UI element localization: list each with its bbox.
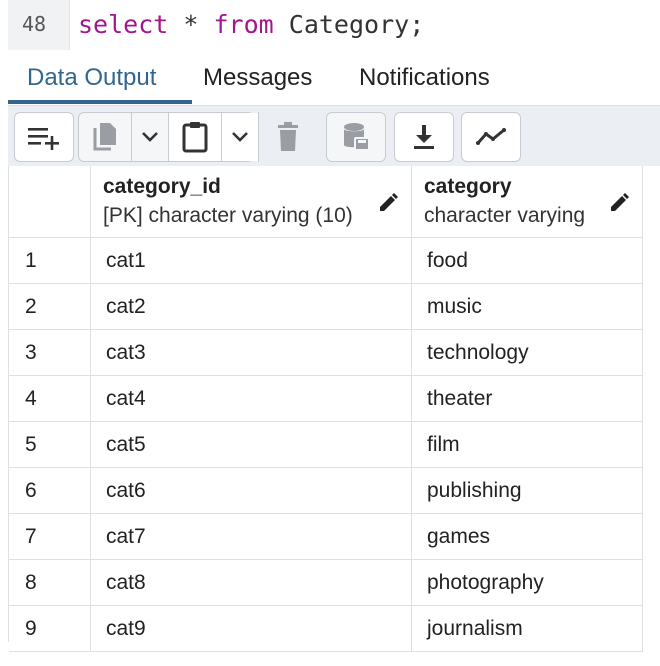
save-data-button[interactable]	[326, 112, 386, 162]
query-text[interactable]: select * from Category;	[78, 10, 424, 39]
active-tab-indicator	[8, 100, 192, 104]
query-editor[interactable]: 48 select * from Category;	[0, 0, 660, 50]
category-cell[interactable]: games	[412, 514, 643, 559]
row-number-cell[interactable]: 7	[9, 514, 91, 559]
tab-data-output[interactable]: Data Output	[27, 50, 156, 106]
download-button[interactable]	[394, 112, 454, 162]
table-row[interactable]: 6 cat6 publishing	[9, 468, 643, 514]
tab-notifications[interactable]: Notifications	[359, 50, 490, 106]
table-row[interactable]: 2 cat2 music	[9, 284, 643, 330]
column-name: category_id	[103, 175, 221, 198]
download-icon	[414, 125, 434, 149]
keyword-from: from	[213, 10, 274, 39]
table-row[interactable]: 7 cat7 games	[9, 514, 643, 560]
copy-icon	[93, 123, 116, 151]
grid-header-row: category_id [PK] character varying (10) …	[9, 166, 643, 238]
category-id-cell[interactable]: cat7	[91, 514, 412, 559]
column-type: [PK] character varying (10)	[103, 204, 353, 227]
row-number-cell[interactable]: 9	[9, 606, 91, 651]
category-id-cell[interactable]: cat9	[91, 606, 412, 651]
add-row-button[interactable]	[14, 112, 74, 162]
row-number-header[interactable]	[9, 166, 91, 237]
row-number-cell[interactable]: 1	[9, 238, 91, 283]
tab-messages[interactable]: Messages	[203, 50, 312, 106]
category-cell[interactable]: publishing	[412, 468, 643, 513]
category-cell[interactable]: music	[412, 284, 643, 329]
table-name-token: Category;	[288, 10, 425, 39]
category-id-cell[interactable]: cat1	[91, 238, 412, 283]
column-type: character varying	[424, 204, 586, 227]
row-number-cell[interactable]: 8	[9, 560, 91, 605]
row-number-cell[interactable]: 2	[9, 284, 91, 329]
edit-pencil-icon[interactable]	[377, 192, 399, 214]
category-id-cell[interactable]: cat5	[91, 422, 412, 467]
table-row[interactable]: 4 cat4 theater	[9, 376, 643, 422]
table-row[interactable]: 1 cat1 food	[9, 238, 643, 284]
category-cell[interactable]: film	[412, 422, 643, 467]
keyword-select: select	[78, 10, 169, 39]
row-number-cell[interactable]: 6	[9, 468, 91, 513]
copy-button[interactable]	[79, 113, 131, 161]
graph-visualiser-button[interactable]	[461, 112, 521, 162]
line-number: 48	[22, 12, 47, 36]
delete-row-button[interactable]	[259, 113, 317, 161]
category-id-cell[interactable]: cat3	[91, 330, 412, 375]
chevron-down-icon	[232, 132, 248, 142]
delete-icon	[278, 122, 298, 151]
output-tabs: Data Output Messages Notifications	[8, 50, 660, 106]
column-header-category-id[interactable]: category_id [PK] character varying (10)	[91, 166, 412, 237]
category-id-cell[interactable]: cat8	[91, 560, 412, 605]
paste-button[interactable]	[169, 113, 221, 161]
category-cell[interactable]: food	[412, 238, 643, 283]
chevron-down-icon	[142, 132, 158, 142]
graph-visualiser-icon	[476, 128, 506, 145]
table-row[interactable]: 5 cat5 film	[9, 422, 643, 468]
category-id-cell[interactable]: cat6	[91, 468, 412, 513]
category-cell[interactable]: technology	[412, 330, 643, 375]
paste-icon	[182, 122, 208, 153]
row-number-cell[interactable]: 3	[9, 330, 91, 375]
column-name: category	[424, 175, 512, 198]
add-row-icon	[28, 128, 59, 150]
category-id-cell[interactable]: cat4	[91, 376, 412, 421]
category-cell[interactable]: photography	[412, 560, 643, 605]
table-row[interactable]: 3 cat3 technology	[9, 330, 643, 376]
column-header-category[interactable]: category character varying	[412, 166, 643, 237]
save-data-icon	[344, 123, 370, 151]
row-number-cell[interactable]: 5	[9, 422, 91, 467]
data-toolbar	[8, 106, 660, 166]
edit-pencil-icon[interactable]	[608, 192, 630, 214]
line-gutter: 48	[8, 0, 70, 50]
paste-options-button[interactable]	[222, 113, 258, 161]
category-cell[interactable]: theater	[412, 376, 643, 421]
row-number-cell[interactable]: 4	[9, 376, 91, 421]
table-row[interactable]: 8 cat8 photography	[9, 560, 643, 606]
category-cell[interactable]: journalism	[412, 606, 643, 651]
copy-options-button[interactable]	[132, 113, 168, 161]
star-token: *	[183, 10, 199, 39]
table-row[interactable]: 9 cat9 journalism	[9, 606, 643, 652]
category-id-cell[interactable]: cat2	[91, 284, 412, 329]
result-grid: category_id [PK] character varying (10) …	[8, 166, 660, 666]
